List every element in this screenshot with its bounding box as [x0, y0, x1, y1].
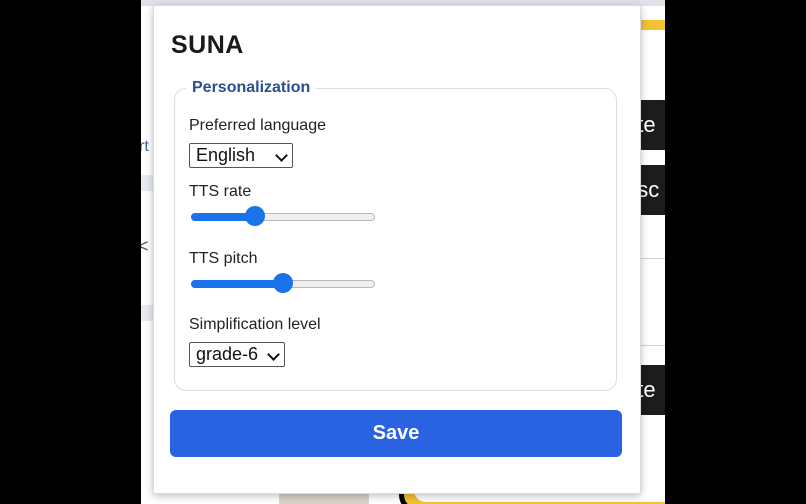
tts-pitch-slider[interactable] [191, 273, 375, 293]
background-divider [640, 345, 665, 346]
slider-thumb[interactable] [273, 273, 293, 293]
preferred-language-select[interactable]: English [189, 143, 293, 168]
extension-popup: SUNA Personalization Preferred language … [153, 5, 641, 494]
tts-rate-slider[interactable] [191, 206, 375, 226]
background-strip [141, 305, 153, 321]
chevron-down-icon [267, 348, 280, 361]
chevron-down-icon [275, 149, 288, 162]
simplification-level-select[interactable]: grade-6 [189, 342, 285, 367]
section-legend: Personalization [186, 79, 317, 97]
preferred-language-value: English [196, 145, 256, 165]
popup-title: SUNA [171, 31, 244, 59]
preferred-language-label: Preferred language [189, 117, 326, 134]
tts-rate-label: TTS rate [189, 183, 252, 200]
simplification-level-label: Simplification level [189, 316, 321, 333]
slider-thumb[interactable] [245, 206, 266, 226]
slider-fill [191, 280, 283, 288]
background-strip [141, 175, 153, 191]
simplification-level-value: grade-6 [196, 344, 259, 364]
background-divider [640, 258, 665, 259]
chevron-left-icon[interactable]: < [141, 236, 149, 257]
tts-pitch-label: TTS pitch [189, 250, 258, 267]
background-link-fragment[interactable]: rt [141, 138, 149, 156]
save-button[interactable]: Save [170, 410, 622, 457]
personalization-section: Personalization Preferred language Engli… [174, 79, 617, 391]
